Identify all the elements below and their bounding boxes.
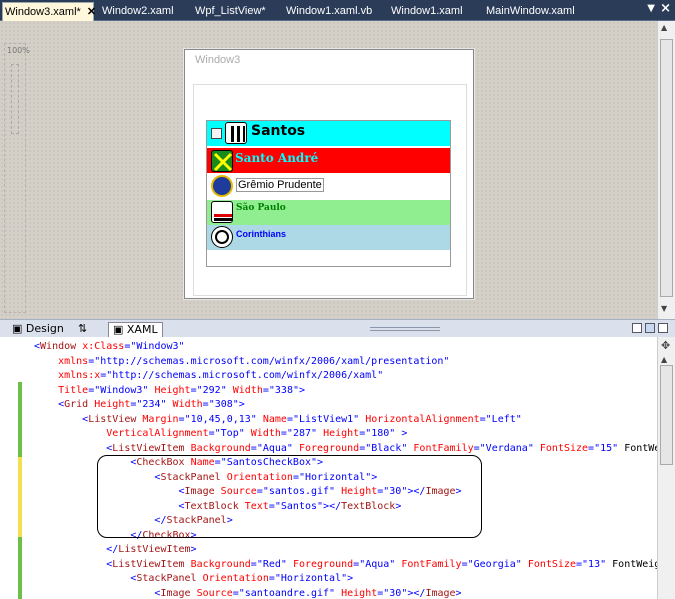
code-line[interactable]: <ListViewItem Background="Red" Foregroun…: [34, 557, 657, 572]
code-line[interactable]: <Grid Height="234" Width="308">: [34, 397, 245, 412]
change-marker: [18, 382, 22, 457]
tab-label: Wpf_ListView*: [195, 5, 266, 17]
scroll-up-icon[interactable]: ▲: [661, 355, 667, 364]
swap-icon[interactable]: ⇅: [74, 322, 91, 337]
code-line[interactable]: VerticalAlignment="Top" Width="287" Heig…: [34, 426, 407, 441]
view-switch-bar: ▣ Design ⇅ ▣ XAML: [0, 319, 675, 337]
zoom-label: 100%: [7, 46, 30, 55]
sao-paulo-logo-icon: [211, 201, 233, 223]
tab-window2-xaml[interactable]: Window2.xaml: [100, 2, 174, 21]
list-item-santos[interactable]: Santos: [207, 121, 450, 146]
highlight-callout: [97, 455, 482, 538]
close-icon[interactable]: ×: [660, 1, 671, 16]
list-item-santo-andre[interactable]: Santo André: [207, 148, 450, 173]
checkbox[interactable]: [211, 128, 222, 139]
document-tab-bar: Window3.xaml* ✕ Window2.xaml Wpf_ListView…: [0, 0, 675, 21]
tab-wpf-listview[interactable]: Wpf_ListView*: [193, 2, 266, 21]
change-marker: [18, 457, 22, 537]
splitter-handle[interactable]: [370, 327, 440, 331]
code-line[interactable]: <ListViewItem Background="Aqua" Foregrou…: [34, 441, 657, 456]
editor-gutter: [0, 337, 32, 599]
code-line[interactable]: Title="Window3" Height="292" Width="338"…: [34, 383, 305, 398]
code-line[interactable]: xmlns:x="http://schemas.microsoft.com/wi…: [34, 368, 383, 383]
list-item-label: São Paulo: [236, 203, 286, 213]
xaml-icon: ▣: [113, 323, 127, 336]
tab-design[interactable]: ▣ Design: [8, 322, 68, 337]
list-item-sao-paulo[interactable]: São Paulo: [207, 200, 450, 225]
tab-label: Window2.xaml: [102, 5, 174, 17]
list-item-gremio-prudente[interactable]: Grêmio Prudente: [207, 174, 450, 199]
list-item-label: Santo André: [235, 151, 319, 165]
corinthians-logo-icon: [211, 226, 233, 248]
scroll-thumb[interactable]: [660, 39, 673, 297]
tab-window1-xaml-vb[interactable]: Window1.xaml.vb: [284, 2, 372, 21]
list-view[interactable]: Santos Santo André Grêmio Prudente São P…: [206, 120, 451, 267]
gremio-prudente-logo-icon: [211, 175, 233, 197]
zoom-slider[interactable]: 100%: [4, 43, 30, 313]
horizontal-split-icon[interactable]: [645, 323, 655, 333]
santo-andre-logo-icon: [211, 150, 233, 172]
tab-label: Window3.xaml*: [5, 6, 81, 18]
tab-label: Window1.xaml: [391, 5, 463, 17]
tab-label: Design: [25, 322, 64, 335]
zoom-track[interactable]: [11, 64, 19, 134]
tab-label: MainWindow.xaml: [486, 5, 575, 17]
code-line[interactable]: <ListView Margin="10,45,0,13" Name="List…: [34, 412, 522, 427]
tab-label: XAML: [126, 323, 158, 336]
editor-vertical-scrollbar[interactable]: ✥ ▲: [657, 337, 675, 599]
list-item-label: Grêmio Prudente: [236, 178, 324, 192]
design-vertical-scrollbar[interactable]: ▲ ▼: [657, 21, 675, 319]
close-icon[interactable]: ✕: [87, 6, 96, 18]
scroll-thumb[interactable]: [660, 365, 673, 465]
tab-window1-xaml[interactable]: Window1.xaml: [389, 2, 463, 21]
scroll-down-icon[interactable]: ▼: [661, 304, 667, 313]
tab-label: Window1.xaml.vb: [286, 5, 373, 17]
design-icon: ▣: [12, 322, 26, 335]
list-item-label: Santos: [251, 123, 306, 139]
move-icon[interactable]: ✥: [661, 339, 670, 352]
code-line[interactable]: <Image Source="santoandre.gif" Height="3…: [34, 586, 461, 599]
window-title: Window3: [195, 54, 241, 66]
scroll-up-icon[interactable]: ▲: [661, 23, 667, 32]
code-line[interactable]: <StackPanel Orientation="Horizontal">: [34, 571, 353, 586]
tab-window3-xaml[interactable]: Window3.xaml* ✕: [2, 2, 96, 21]
code-line[interactable]: </ListViewItem>: [34, 542, 196, 557]
collapse-pane-icon[interactable]: [658, 323, 668, 333]
tab-mainwindow-xaml[interactable]: MainWindow.xaml: [484, 2, 575, 21]
santos-logo-icon: [225, 122, 247, 144]
code-line[interactable]: xmlns="http://schemas.microsoft.com/winf…: [34, 354, 449, 369]
tab-xaml[interactable]: ▣ XAML: [108, 322, 163, 337]
chevron-down-icon[interactable]: ▼: [647, 3, 655, 14]
list-item-label: Corinthians: [236, 229, 287, 239]
code-line[interactable]: <Window x:Class="Window3": [34, 339, 185, 354]
change-marker: [18, 537, 22, 599]
vertical-split-icon[interactable]: [632, 323, 642, 333]
list-item-corinthians[interactable]: Corinthians: [207, 225, 450, 250]
